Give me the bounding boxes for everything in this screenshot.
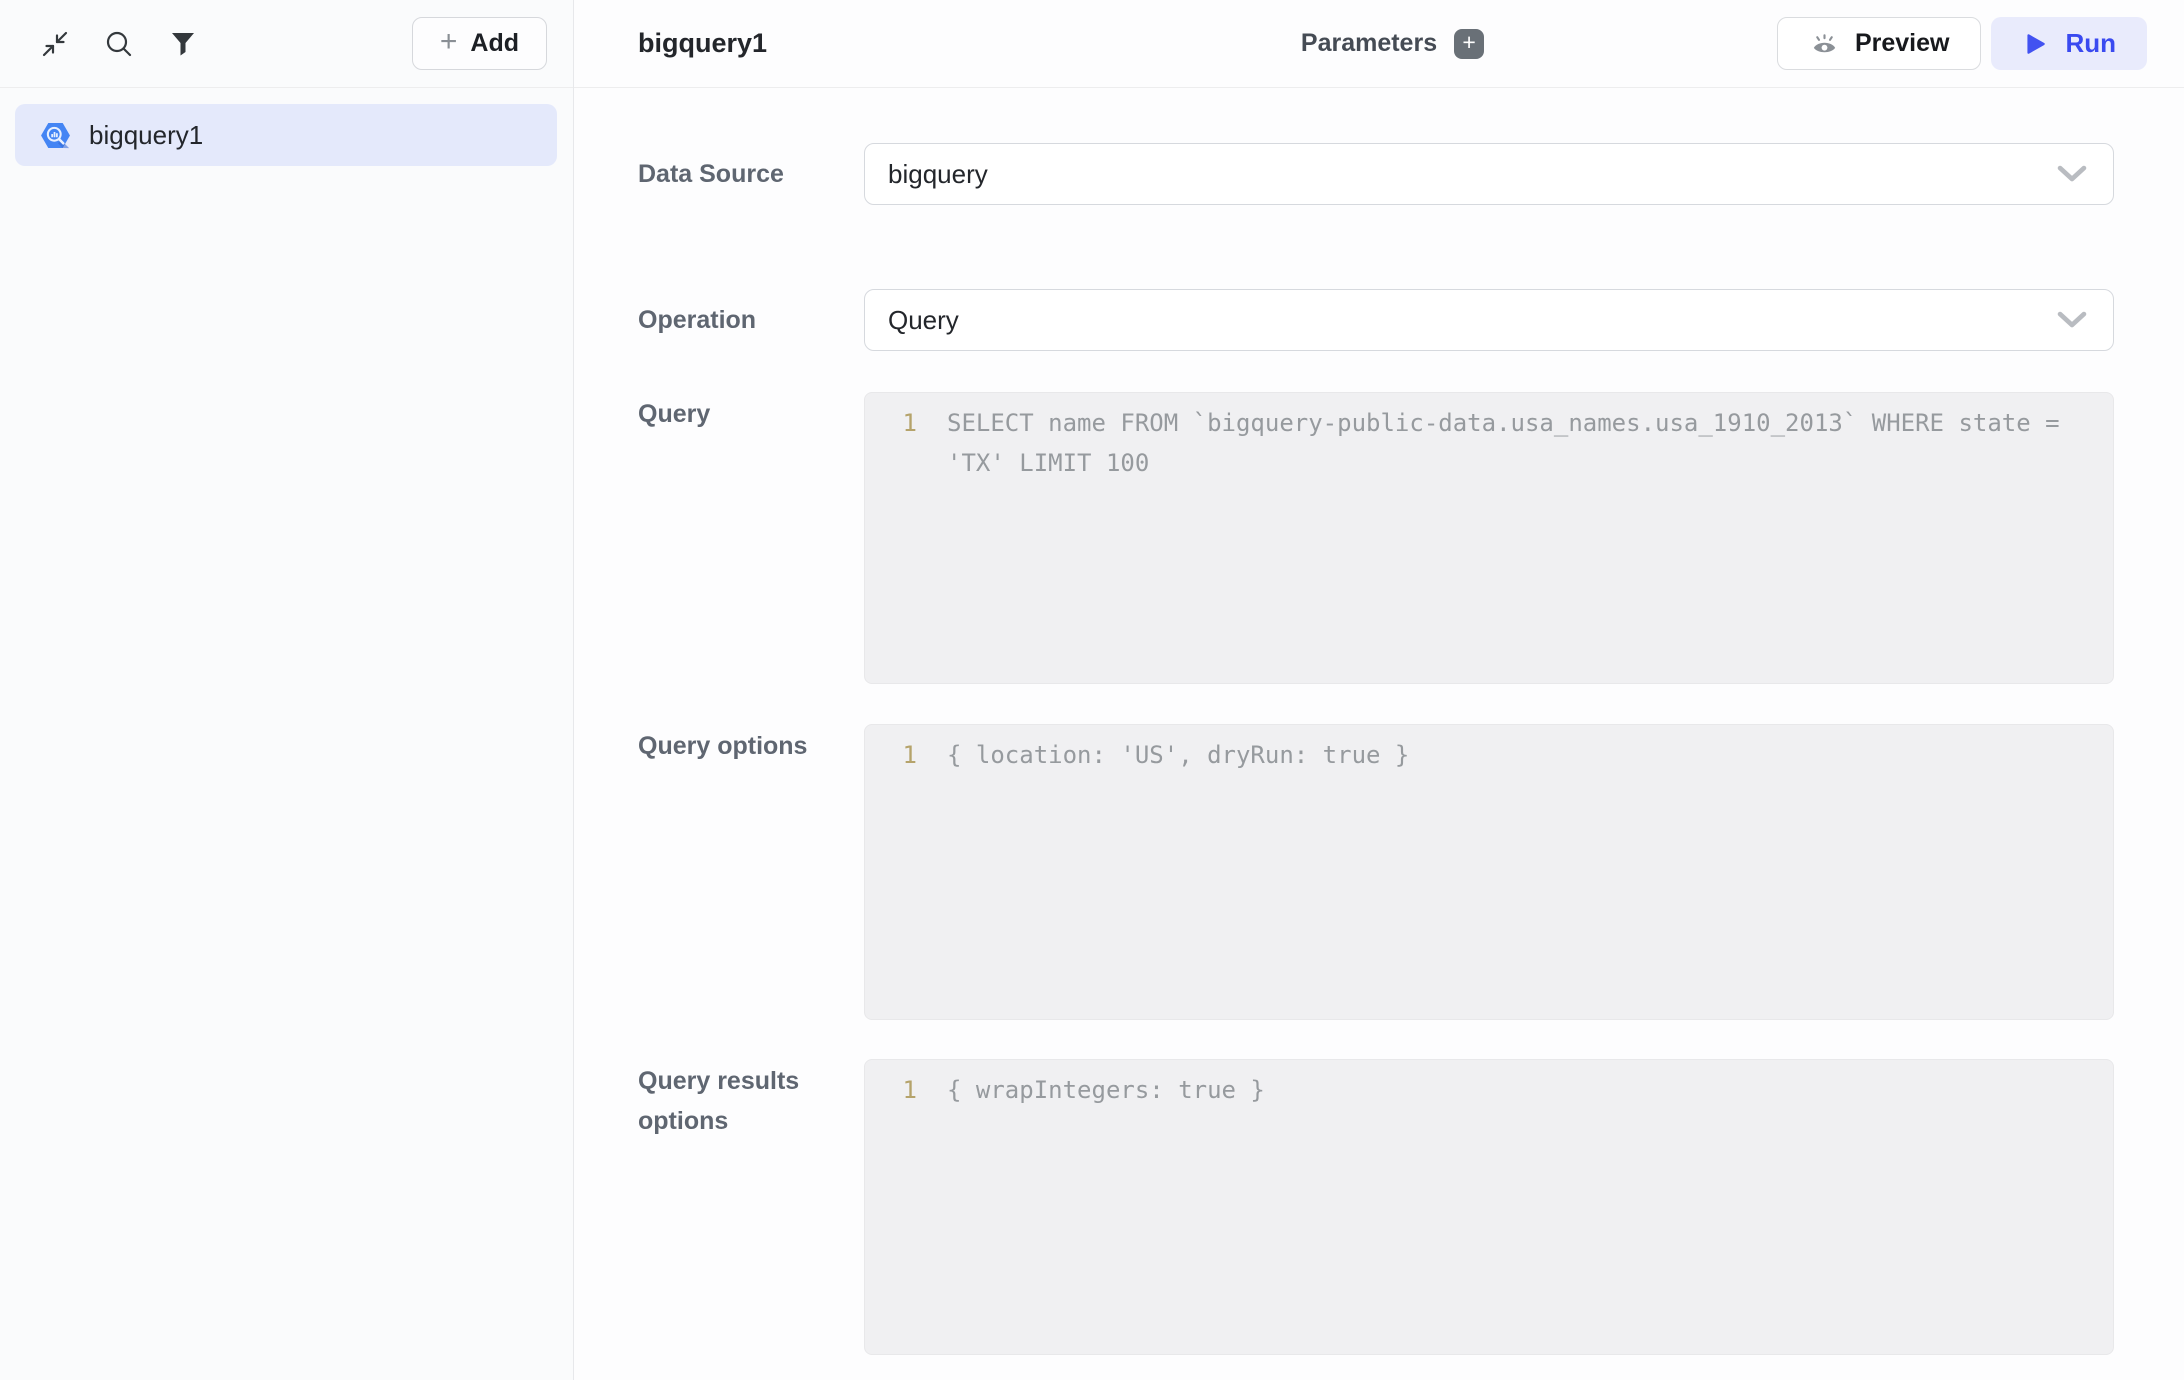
data-source-value: bigquery: [888, 159, 988, 190]
data-source-select[interactable]: bigquery: [864, 143, 2114, 205]
query-item-label: bigquery1: [89, 120, 203, 151]
query-results-options-row: Query results options 1 { wrapIntegers: …: [638, 1059, 2114, 1355]
add-button-label: Add: [470, 29, 519, 58]
add-query-button[interactable]: + Add: [412, 17, 547, 70]
chevron-down-icon: [2057, 164, 2087, 184]
line-number: 1: [865, 735, 917, 775]
line-number: 1: [865, 403, 917, 443]
query-options-placeholder: { location: 'US', dryRun: true }: [947, 735, 2093, 775]
header-actions: Preview Run: [1484, 17, 2147, 70]
data-source-row: Data Source bigquery: [638, 143, 2114, 205]
parameters-section: Parameters +: [1301, 29, 1484, 59]
query-results-options-editor[interactable]: 1 { wrapIntegers: true }: [864, 1059, 2114, 1355]
query-options-row: Query options 1 { location: 'US', dryRun…: [638, 724, 2114, 1020]
sidebar-toolbar: + Add: [0, 0, 573, 88]
run-button[interactable]: Run: [1991, 17, 2147, 70]
operation-row: Operation Query: [638, 289, 2114, 351]
query-options-label: Query options: [638, 724, 864, 766]
query-editor-panel: bigquery1 Parameters + P: [574, 0, 2184, 1380]
query-name-title: bigquery1: [638, 28, 767, 59]
query-code-placeholder: SELECT name FROM `bigquery-public-data.u…: [947, 403, 2093, 483]
data-source-label: Data Source: [638, 154, 864, 194]
query-options-editor[interactable]: 1 { location: 'US', dryRun: true }: [864, 724, 2114, 1020]
collapse-panel-icon[interactable]: [38, 27, 72, 61]
search-icon[interactable]: [102, 27, 136, 61]
parameters-label: Parameters: [1301, 29, 1437, 58]
query-editor-header: bigquery1 Parameters + P: [574, 0, 2184, 88]
operation-select[interactable]: Query: [864, 289, 2114, 351]
plus-icon: +: [440, 27, 458, 57]
query-results-options-label: Query results options: [638, 1059, 864, 1141]
query-list: bigquery1: [0, 88, 573, 166]
query-label: Query: [638, 392, 864, 434]
eye-icon: [1809, 28, 1840, 59]
preview-button[interactable]: Preview: [1777, 17, 1982, 70]
query-code-editor[interactable]: 1 SELECT name FROM `bigquery-public-data…: [864, 392, 2114, 684]
app-window: + Add bigquery1: [0, 0, 2184, 1380]
filter-icon[interactable]: [166, 27, 200, 61]
operation-label: Operation: [638, 300, 864, 340]
bigquery-icon: [39, 119, 72, 152]
sidebar-item-bigquery1[interactable]: bigquery1: [15, 104, 557, 166]
plus-icon: +: [1462, 31, 1475, 54]
line-number: 1: [865, 1070, 917, 1110]
query-row: Query 1 SELECT name FROM `bigquery-publi…: [638, 392, 2114, 684]
operation-value: Query: [888, 305, 959, 336]
query-panel-sidebar: + Add bigquery1: [0, 0, 574, 1380]
run-button-label: Run: [2065, 28, 2116, 59]
query-form: Data Source bigquery Operation Query: [574, 88, 2184, 1355]
play-icon: [2022, 31, 2048, 57]
chevron-down-icon: [2057, 310, 2087, 330]
add-parameter-button[interactable]: +: [1454, 29, 1484, 59]
query-results-options-placeholder: { wrapIntegers: true }: [947, 1070, 2093, 1110]
preview-button-label: Preview: [1855, 29, 1950, 58]
